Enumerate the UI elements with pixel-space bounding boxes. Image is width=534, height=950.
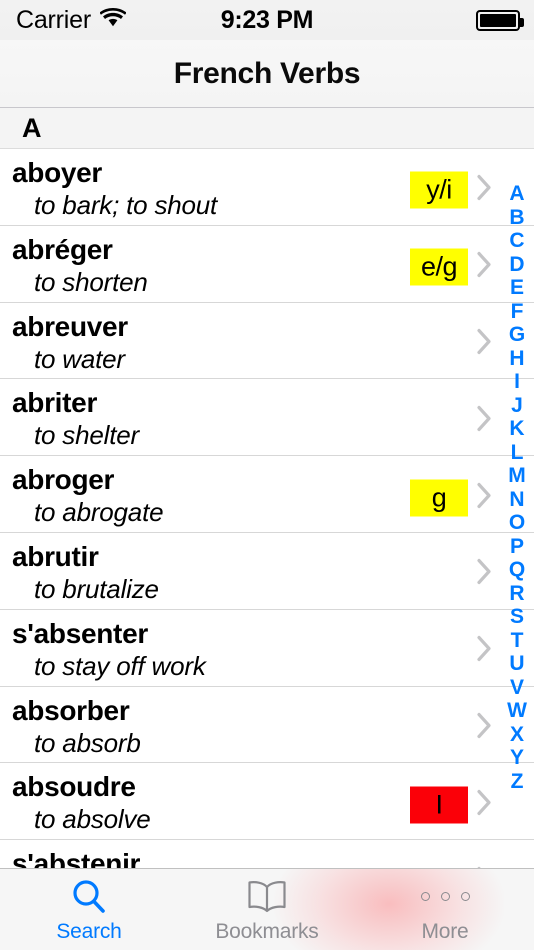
verb-word: abreuver bbox=[12, 310, 128, 342]
index-letter-e[interactable]: E bbox=[500, 276, 534, 300]
index-letter-f[interactable]: F bbox=[500, 300, 534, 324]
list-item[interactable]: s'abstenir bbox=[0, 840, 534, 868]
index-letter-d[interactable]: D bbox=[500, 253, 534, 277]
index-letter-h[interactable]: H bbox=[500, 347, 534, 371]
chevron-right-icon bbox=[477, 252, 492, 283]
status-bar-left: Carrier bbox=[16, 5, 127, 35]
verb-definition: to stay off work bbox=[34, 650, 206, 681]
ellipsis-icon bbox=[420, 877, 470, 917]
row-accessory: y/i bbox=[410, 171, 492, 209]
index-letter-x[interactable]: X bbox=[500, 723, 534, 747]
tab-more[interactable]: More bbox=[356, 869, 534, 950]
verb-word: s'absenter bbox=[12, 617, 148, 649]
index-letter-v[interactable]: V bbox=[500, 676, 534, 700]
section-header: A bbox=[0, 108, 534, 149]
app-screen: Carrier 9:23 PM French Verbs A aboyer to … bbox=[0, 0, 534, 950]
index-letter-g[interactable]: G bbox=[500, 323, 534, 347]
tab-search[interactable]: Search bbox=[0, 869, 178, 950]
chevron-right-icon bbox=[477, 175, 492, 206]
index-letter-l[interactable]: L bbox=[500, 441, 534, 465]
verb-word: abrutir bbox=[12, 540, 99, 572]
list-item[interactable]: absoudre to absolve I bbox=[0, 763, 534, 841]
index-letter-n[interactable]: N bbox=[500, 488, 534, 512]
index-letter-p[interactable]: P bbox=[500, 535, 534, 559]
chevron-right-icon bbox=[477, 405, 492, 436]
list-item[interactable]: abréger to shorten e/g bbox=[0, 225, 534, 303]
index-letter-s[interactable]: S bbox=[500, 605, 534, 629]
index-letter-q[interactable]: Q bbox=[500, 558, 534, 582]
tab-bookmarks[interactable]: Bookmarks bbox=[178, 869, 356, 950]
verb-word: s'abstenir bbox=[12, 848, 141, 868]
chevron-right-icon bbox=[477, 712, 492, 743]
row-accessory bbox=[477, 405, 492, 436]
verb-word: absorber bbox=[12, 694, 130, 726]
row-accessory bbox=[477, 328, 492, 359]
chevron-right-icon bbox=[477, 789, 492, 820]
index-letter-w[interactable]: W bbox=[500, 699, 534, 723]
list-item[interactable]: abrutir to brutalize bbox=[0, 532, 534, 610]
navigation-bar: French Verbs bbox=[0, 40, 534, 108]
conjugation-badge: e/g bbox=[410, 248, 468, 286]
alphabet-index-bar[interactable]: ABCDEFGHIJKLMNOPQRSTUVWXYZ bbox=[500, 182, 534, 793]
search-icon bbox=[69, 877, 109, 917]
index-letter-m[interactable]: M bbox=[500, 464, 534, 488]
verb-definition: to shelter bbox=[34, 420, 139, 451]
row-accessory: I bbox=[410, 786, 492, 824]
chevron-right-icon bbox=[477, 482, 492, 513]
tab-bookmarks-label: Bookmarks bbox=[215, 919, 319, 943]
index-letter-c[interactable]: C bbox=[500, 229, 534, 253]
list-item[interactable]: abroger to abrogate g bbox=[0, 456, 534, 533]
tab-bar: Search Bookmarks More bbox=[0, 868, 534, 950]
verb-definition: to absorb bbox=[34, 727, 141, 758]
list-item[interactable]: s'absenter to stay off work bbox=[0, 609, 534, 687]
chevron-right-icon bbox=[477, 328, 492, 359]
status-bar: Carrier 9:23 PM bbox=[0, 0, 534, 40]
index-letter-i[interactable]: I bbox=[500, 370, 534, 394]
verb-definition: to water bbox=[34, 343, 125, 374]
chevron-right-icon bbox=[477, 636, 492, 667]
chevron-right-icon bbox=[477, 559, 492, 590]
carrier-label: Carrier bbox=[16, 5, 91, 34]
index-letter-k[interactable]: K bbox=[500, 417, 534, 441]
conjugation-badge: I bbox=[410, 786, 468, 824]
section-header-label: A bbox=[22, 112, 42, 143]
list-item[interactable]: aboyer to bark; to shout y/i bbox=[0, 149, 534, 226]
row-accessory bbox=[477, 712, 492, 743]
index-letter-b[interactable]: B bbox=[500, 206, 534, 230]
wifi-icon bbox=[99, 8, 127, 32]
status-bar-right bbox=[476, 0, 524, 40]
tab-more-label: More bbox=[421, 919, 469, 943]
row-accessory bbox=[477, 559, 492, 590]
battery-full-icon bbox=[476, 9, 524, 31]
index-letter-r[interactable]: R bbox=[500, 582, 534, 606]
book-icon bbox=[246, 877, 288, 917]
conjugation-badge: y/i bbox=[410, 171, 468, 209]
conjugation-badge: g bbox=[410, 479, 468, 517]
index-letter-y[interactable]: Y bbox=[500, 746, 534, 770]
list-item[interactable]: absorber to absorb bbox=[0, 686, 534, 764]
list-item[interactable]: abriter to shelter bbox=[0, 379, 534, 457]
verb-list: aboyer to bark; to shout y/i abréger to shor… bbox=[0, 149, 534, 868]
index-letter-j[interactable]: J bbox=[500, 394, 534, 418]
list-item[interactable]: abreuver to water bbox=[0, 302, 534, 380]
row-accessory bbox=[477, 636, 492, 667]
index-letter-z[interactable]: Z bbox=[500, 770, 534, 794]
verb-list-scroll[interactable]: aboyer to bark; to shout y/i abréger to shor… bbox=[0, 149, 534, 868]
row-accessory: e/g bbox=[410, 248, 492, 286]
verb-definition: to brutalize bbox=[34, 573, 159, 604]
row-accessory: g bbox=[410, 479, 492, 517]
tab-search-label: Search bbox=[56, 919, 122, 943]
index-letter-a[interactable]: A bbox=[500, 182, 534, 206]
verb-word: abriter bbox=[12, 387, 98, 419]
index-letter-o[interactable]: O bbox=[500, 511, 534, 535]
index-letter-t[interactable]: T bbox=[500, 629, 534, 653]
index-letter-u[interactable]: U bbox=[500, 652, 534, 676]
page-title: French Verbs bbox=[173, 56, 361, 90]
